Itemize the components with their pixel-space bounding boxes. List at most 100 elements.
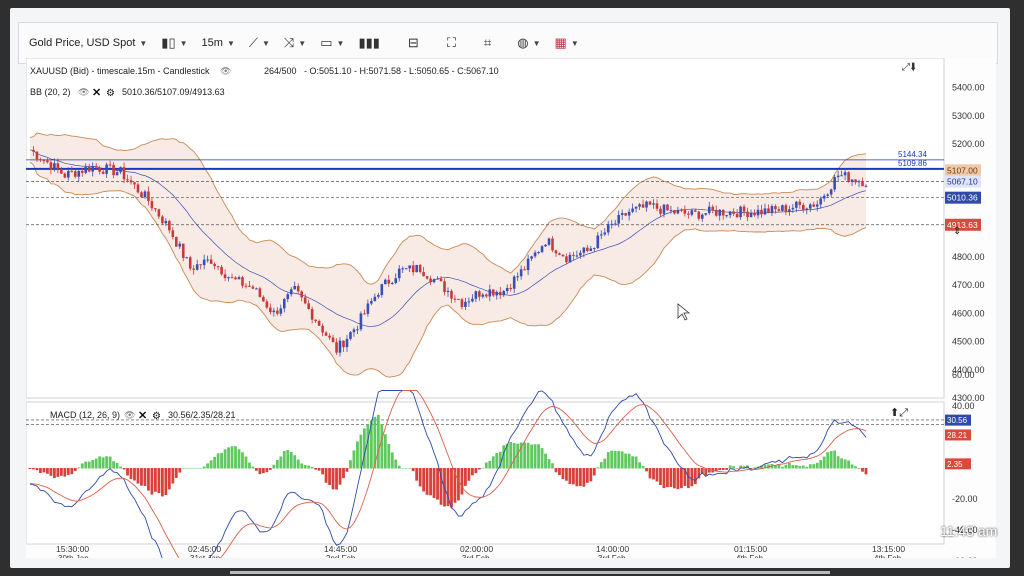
eye-icon[interactable]: 👁 [78,87,89,97]
candle [241,277,244,286]
symbol-selector[interactable]: Gold Price, USD Spot ▼ [29,37,147,49]
gear-icon[interactable]: ⚙ [106,88,115,99]
candle [237,277,241,280]
macd-hist-bar [787,462,791,469]
chevron-down-icon: ▼ [139,38,148,48]
macd-hist-bar [195,468,199,469]
candle [861,181,864,187]
candle [599,234,603,236]
price-tick: 5200.00 [952,139,985,149]
macd-hist-bar [840,458,844,469]
candle [808,204,812,209]
bottom-bar [230,571,830,574]
layout-button[interactable]: ⊟ [408,35,419,51]
macd-hist-bar [554,468,558,473]
candle [269,307,272,313]
signal-badge-text: 28.21 [947,431,968,440]
collapse-pane-icon[interactable]: ⤢⬇ [902,62,916,73]
macd-tick: 60.00 [952,370,975,380]
date-tick: 3rd Feb [598,554,626,558]
template-button[interactable]: ▭ ▼ [320,35,344,51]
candle [624,213,627,216]
bars-button[interactable]: ▮▮▮ [358,35,379,51]
candle [788,209,791,212]
macd-hist-bar [140,468,143,486]
candle [457,298,460,300]
candle [519,269,523,277]
candle [777,209,781,211]
hist-badge-text: 2.35 [947,460,963,469]
price-tick: 4800.00 [952,252,985,262]
candle [234,277,237,280]
expand-pane-icon[interactable]: ⬆⤢ [890,407,908,419]
macd-hist-bar [718,468,722,470]
chart-title: XAUUSD (Bid) - timescale.15m - Candlesti… [30,66,210,76]
macd-hist-bar [28,468,32,470]
candle [53,163,56,170]
macd-hist-bar [366,424,370,469]
macd-hist-bar [192,468,196,469]
hline-label: 5144.34 [898,150,927,159]
macd-hist-bar [265,468,269,473]
candle [317,320,321,326]
candle [485,294,488,297]
candle [223,274,227,279]
price-chart[interactable]: 5144.345109.86 XAUUSD (Bid) - timescale.… [26,58,996,558]
fullscreen-button[interactable]: ⛶ [447,35,456,51]
eye-icon[interactable]: 👁 [124,410,135,420]
macd-hist-bar [178,468,182,473]
globe-button[interactable]: ◍ ▼ [517,35,540,51]
macd-hist-bar [209,460,213,469]
candle [439,278,443,282]
macd-hist-bar [35,468,39,471]
candle [101,171,105,174]
candle [324,332,328,336]
chart-type-button[interactable]: ▮▯ ▼ [161,35,187,51]
candle [84,166,88,173]
draw-tool-button[interactable]: ⟋ ▼ [249,35,270,51]
candle [791,207,795,210]
macd-hist-bar [303,464,307,469]
macd-hist-bar [387,444,391,469]
candle [638,204,641,207]
candle [593,248,596,250]
candlestick-icon: ▮▯ [161,35,176,50]
chart-area[interactable]: 5144.34 5109.86 XAUUSD (Bid) - timescale.… [26,58,996,558]
macd-hist-bar [185,468,189,469]
candle [805,208,809,210]
language-button[interactable]: ▦ ▼ [555,35,579,51]
ohlc-values: - O:5051.10 - H:5071.58 - L:5050.65 - C:… [304,66,499,76]
macd-hist-bar [300,463,304,469]
close-icon[interactable]: ✕ [138,410,147,422]
indicators-button[interactable]: ⤨ ▼ [284,35,306,51]
macd-hist-bar [279,456,283,469]
candle [289,289,293,295]
candle [606,224,610,233]
candle [662,204,666,214]
macd-hist-bar [425,468,429,495]
macd-hist-bar [411,468,415,472]
macd-hist-bar [342,468,345,479]
macd-hist-bar [394,459,398,469]
candle [718,209,721,216]
candle [554,250,558,254]
gear-icon[interactable]: ⚙ [152,411,161,422]
close-icon[interactable]: ✕ [92,87,101,99]
candle [460,299,464,307]
price-tick: 5300.00 [952,111,985,121]
eye-icon[interactable]: 👁 [220,66,231,76]
macd-hist-bar [206,463,210,469]
scale-handle-icon[interactable]: ⇕ [953,226,961,237]
macd-hist-bar [59,468,63,476]
macd-hist-bar [728,465,732,469]
interval-selector[interactable]: 15m ▼ [202,37,235,49]
chevron-down-icon: ▼ [570,38,579,48]
candle [749,213,753,218]
macd-hist-bar [620,451,624,469]
candle [63,173,67,178]
time-tick: 14:00:00 [596,544,629,554]
candle [227,277,230,279]
candle [150,201,154,209]
crop-button[interactable]: ⌗ [484,35,491,51]
candle [80,170,84,173]
